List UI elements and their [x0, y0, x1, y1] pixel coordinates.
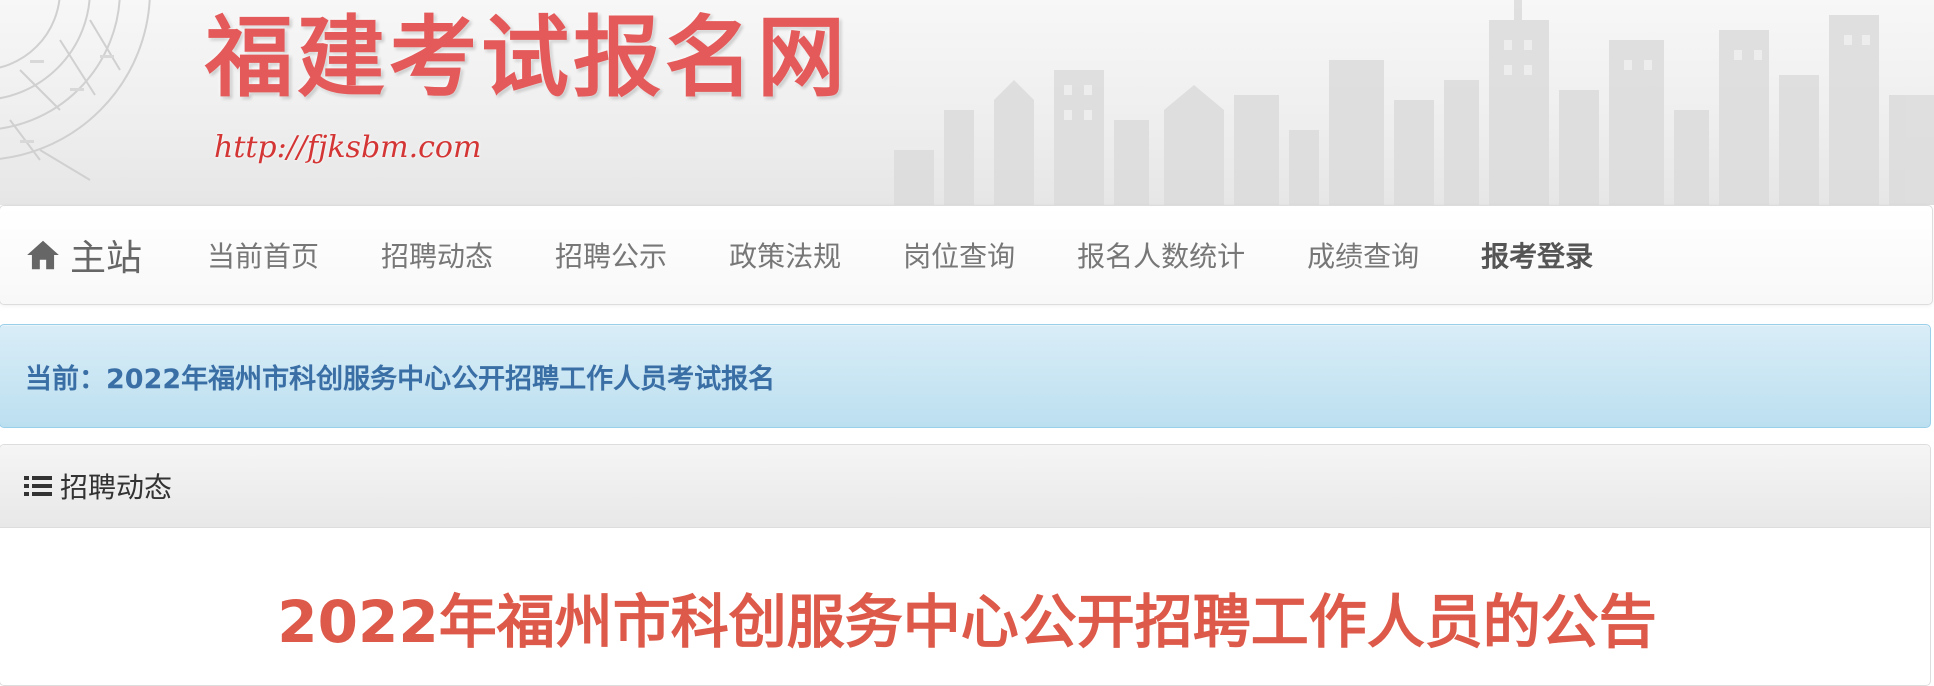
current-location-text[interactable]: 当前：2022年福州市科创服务中心公开招聘工作人员考试报名 — [25, 357, 775, 396]
home-link-label: 主站 — [70, 238, 143, 279]
site-title: 福建考试报名网 — [205, 6, 850, 109]
nav-item-recruitment-notices[interactable]: 招聘公示 — [524, 235, 698, 275]
list-icon — [24, 476, 52, 496]
panel-title: 招聘动态 — [60, 471, 173, 504]
nav-item-recruitment-news[interactable]: 招聘动态 — [350, 235, 524, 275]
panel-heading: 招聘动态 — [0, 445, 1930, 528]
nav-item-home[interactable]: 当前首页 — [176, 235, 350, 275]
site-banner: 福建考试报名网 http://fjksbm.com — [0, 0, 1934, 205]
nav-item-position-search[interactable]: 岗位查询 — [872, 235, 1046, 275]
article-title: 2022年福州市科创服务中心公开招聘工作人员的公告 — [277, 588, 1657, 656]
current-location-alert: 当前：2022年福州市科创服务中心公开招聘工作人员考试报名 — [0, 324, 1931, 428]
nav-item-policies[interactable]: 政策法规 — [698, 235, 872, 275]
banner-decoration-left — [0, 0, 151, 181]
main-navbar: 主站 当前首页 招聘动态 招聘公示 政策法规 岗位查询 报名人数统计 成绩查询 … — [0, 205, 1933, 305]
city-skyline-image — [894, 0, 1934, 205]
nav-menu: 当前首页 招聘动态 招聘公示 政策法规 岗位查询 报名人数统计 成绩查询 报考登… — [176, 235, 1624, 275]
nav-item-applicant-stats[interactable]: 报名人数统计 — [1046, 235, 1276, 275]
nav-item-score-search[interactable]: 成绩查询 — [1276, 235, 1450, 275]
home-link[interactable]: 主站 — [24, 229, 142, 281]
content-panel: 招聘动态 2022年福州市科创服务中心公开招聘工作人员的公告 — [0, 444, 1931, 686]
home-icon — [27, 240, 59, 270]
nav-item-login[interactable]: 报考登录 — [1450, 235, 1624, 275]
site-url: http://fjksbm.com — [214, 130, 482, 165]
